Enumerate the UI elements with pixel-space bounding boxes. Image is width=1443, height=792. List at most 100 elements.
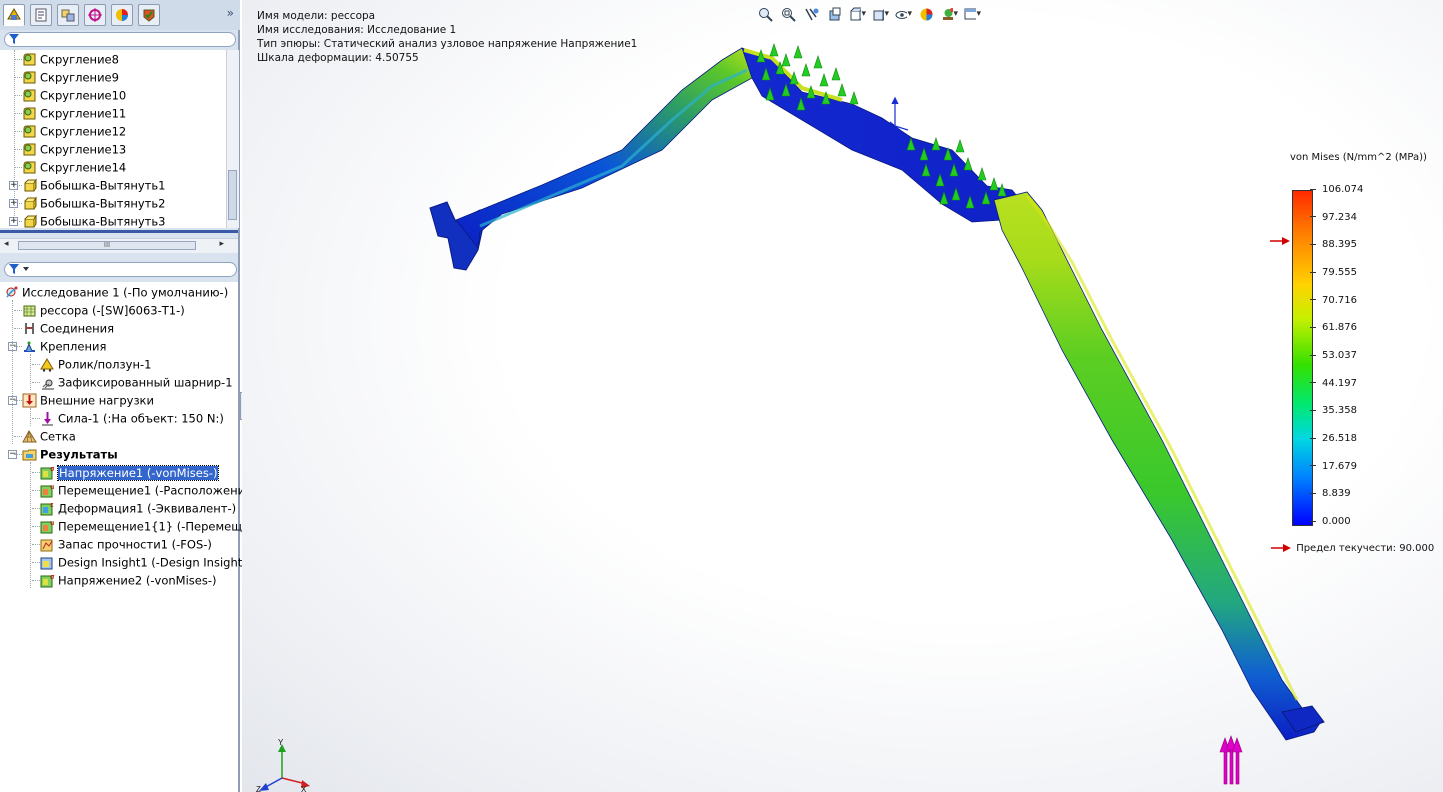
propertymanager-icon [35, 8, 47, 22]
legend-tick: 61.876 [1310, 322, 1357, 333]
study-tree-item[interactable]: Результаты [22, 445, 118, 463]
feature-tree-item[interactable]: Скругление10 [22, 86, 126, 104]
legend-title: von Mises (N/mm^2 (MPa)) [1290, 152, 1427, 163]
feature-tree-item[interactable]: Скругление12 [22, 122, 126, 140]
legend-tick-label: 88.395 [1322, 239, 1357, 251]
feature-tree-hscrollbar[interactable]: ◂ III ▸ [0, 238, 238, 253]
feature-tree-item-label: Скругление13 [40, 142, 127, 157]
displacement-plot-icon: u [40, 519, 55, 534]
fos-plot-icon [40, 537, 55, 552]
feature-filter-input[interactable] [4, 32, 236, 47]
study-tree-item[interactable]: Соединения [22, 319, 114, 337]
stress-plot-model[interactable] [242, 0, 1443, 792]
propertymanager-tab[interactable] [30, 4, 52, 26]
fillet-icon [22, 142, 37, 157]
dimxpert-tab[interactable] [84, 4, 106, 26]
tree-connector [14, 436, 22, 437]
feature-tree-item-label: Скругление9 [40, 70, 119, 85]
feature-tree-item[interactable]: Бобышка-Вытянуть3 [22, 212, 165, 228]
coordinate-triad: Y X Z [256, 738, 310, 792]
study-tree-item[interactable]: Сила-1 (:На объект: 150 N:) [40, 409, 224, 427]
boss-extrude-icon [22, 178, 37, 193]
featuremanager-tab[interactable] [3, 4, 25, 26]
tree-connector [32, 580, 40, 581]
yield-marker-arrow-icon [1270, 236, 1290, 245]
study-tree-item[interactable]: Сетка [22, 427, 76, 445]
study-tree-item[interactable]: Внешние нагрузки [22, 391, 154, 409]
feature-tree-item[interactable]: Скругление14 [22, 158, 126, 176]
fixed-hinge-icon [40, 375, 55, 390]
display-manager-icon [116, 9, 128, 21]
feature-tree-item-label: Скругление14 [40, 160, 127, 175]
scroll-left-icon[interactable]: ◂ [4, 239, 9, 249]
fillet-icon [22, 160, 37, 175]
legend-tick-label: 70.716 [1322, 294, 1357, 306]
svg-text:u: u [50, 483, 54, 491]
svg-text:ε: ε [50, 501, 54, 509]
study-tree-item[interactable]: Исследование 1 (-По умолчанию-) [4, 283, 228, 301]
yield-strength-legend: Предел текучести: 90.000 [1271, 543, 1434, 554]
study-tree-item[interactable]: Запас прочности1 (-FOS-) [40, 535, 212, 553]
scroll-thumb[interactable]: III [18, 241, 196, 250]
feature-tree-item[interactable]: Скругление11 [22, 104, 126, 122]
simulation-icon [143, 9, 155, 22]
feature-tree-item[interactable]: Бобышка-Вытянуть1 [22, 176, 165, 194]
tree-connector [32, 364, 40, 365]
legend-tick: 70.716 [1310, 295, 1357, 306]
study-tree-item-label: Запас прочности1 (-FOS-) [58, 537, 212, 552]
yield-strength-label: Предел текучести: 90.000 [1296, 543, 1435, 554]
study-tree-item[interactable]: ε Деформация1 (-Эквивалент-) [40, 499, 236, 517]
feature-tree-item[interactable]: Бобышка-Вытянуть2 [22, 194, 165, 212]
tree-connector [32, 562, 40, 563]
legend-tick: 0.000 [1310, 516, 1351, 527]
display-manager-tab[interactable] [111, 4, 133, 26]
study-tree-item[interactable]: u Перемещение1 (-Расположение [40, 481, 252, 499]
legend-tick-label: 97.234 [1322, 211, 1357, 223]
tree-splitter[interactable] [0, 230, 238, 233]
simulation-tab[interactable] [138, 4, 160, 26]
fillet-icon [22, 70, 37, 85]
study-tree-item-label: Зафиксированный шарнир-1 [58, 375, 233, 390]
triad-x-label: X [301, 785, 307, 792]
study-tree-item-label: Design Insight1 (-Design Insight-) [58, 555, 251, 570]
svg-text:u: u [50, 519, 54, 527]
study-tree-item-label: Сетка [40, 429, 76, 444]
graphics-area[interactable]: Имя модели: рессора Имя исследования: Ис… [242, 0, 1443, 792]
tree-connector [30, 462, 31, 588]
study-tree-item-label: Внешние нагрузки [40, 393, 154, 408]
scroll-thumb[interactable] [228, 170, 237, 220]
study-tree-item-label: рессора (-[SW]6063-T1-) [40, 303, 185, 318]
study-tree-item-selected[interactable]: σ Напряжение1 (-vonMises-) [40, 463, 220, 481]
simulation-study-tree: Исследование 1 (-По умолчанию-) рессора (… [0, 282, 257, 792]
study-tree-item-label: Соединения [40, 321, 115, 336]
tree-connector [14, 400, 22, 401]
feature-tree-item[interactable]: Скругление8 [22, 50, 119, 68]
study-tree-item-label: Сила-1 (:На объект: 150 N:) [58, 411, 224, 426]
scroll-right-icon[interactable]: ▸ [219, 239, 224, 249]
tree-connector [14, 95, 22, 96]
configurationmanager-tab[interactable] [57, 4, 79, 26]
tree-connector [32, 526, 40, 527]
study-tree-item[interactable]: Зафиксированный шарнир-1 [40, 373, 233, 391]
study-tree-item[interactable]: Design Insight1 (-Design Insight-) [40, 553, 251, 571]
more-tabs-button[interactable]: » [227, 6, 234, 20]
study-tree-item[interactable]: Крепления [22, 337, 106, 355]
legend-tick: 26.518 [1310, 433, 1357, 444]
legend-tick-label: 106.074 [1322, 184, 1364, 195]
tree-connector [14, 328, 22, 329]
tree-connector [14, 310, 22, 311]
study-tree-item[interactable]: σ Напряжение2 (-vonMises-) [40, 571, 216, 589]
mesh-icon [22, 429, 37, 444]
feature-tree-item[interactable]: Скругление9 [22, 68, 119, 86]
study-tree-item-label: Напряжение2 (-vonMises-) [58, 573, 217, 588]
legend-tick-label: 8.839 [1322, 488, 1351, 500]
feature-tree-item-label: Бобышка-Вытянуть1 [40, 178, 166, 193]
study-tree-item[interactable]: рессора (-[SW]6063-T1-) [22, 301, 185, 319]
legend-tick: 88.395 [1310, 239, 1357, 250]
study-tree-item[interactable]: u Перемещение1{1} (-Перемещен [40, 517, 257, 535]
study-tree-item[interactable]: Ролик/ползун-1 [40, 355, 151, 373]
study-filter-input[interactable] [4, 262, 237, 277]
feature-tree-item[interactable]: Скругление13 [22, 140, 126, 158]
feature-tree-vscrollbar[interactable] [226, 50, 239, 228]
stress-plot-icon: σ [40, 573, 55, 588]
